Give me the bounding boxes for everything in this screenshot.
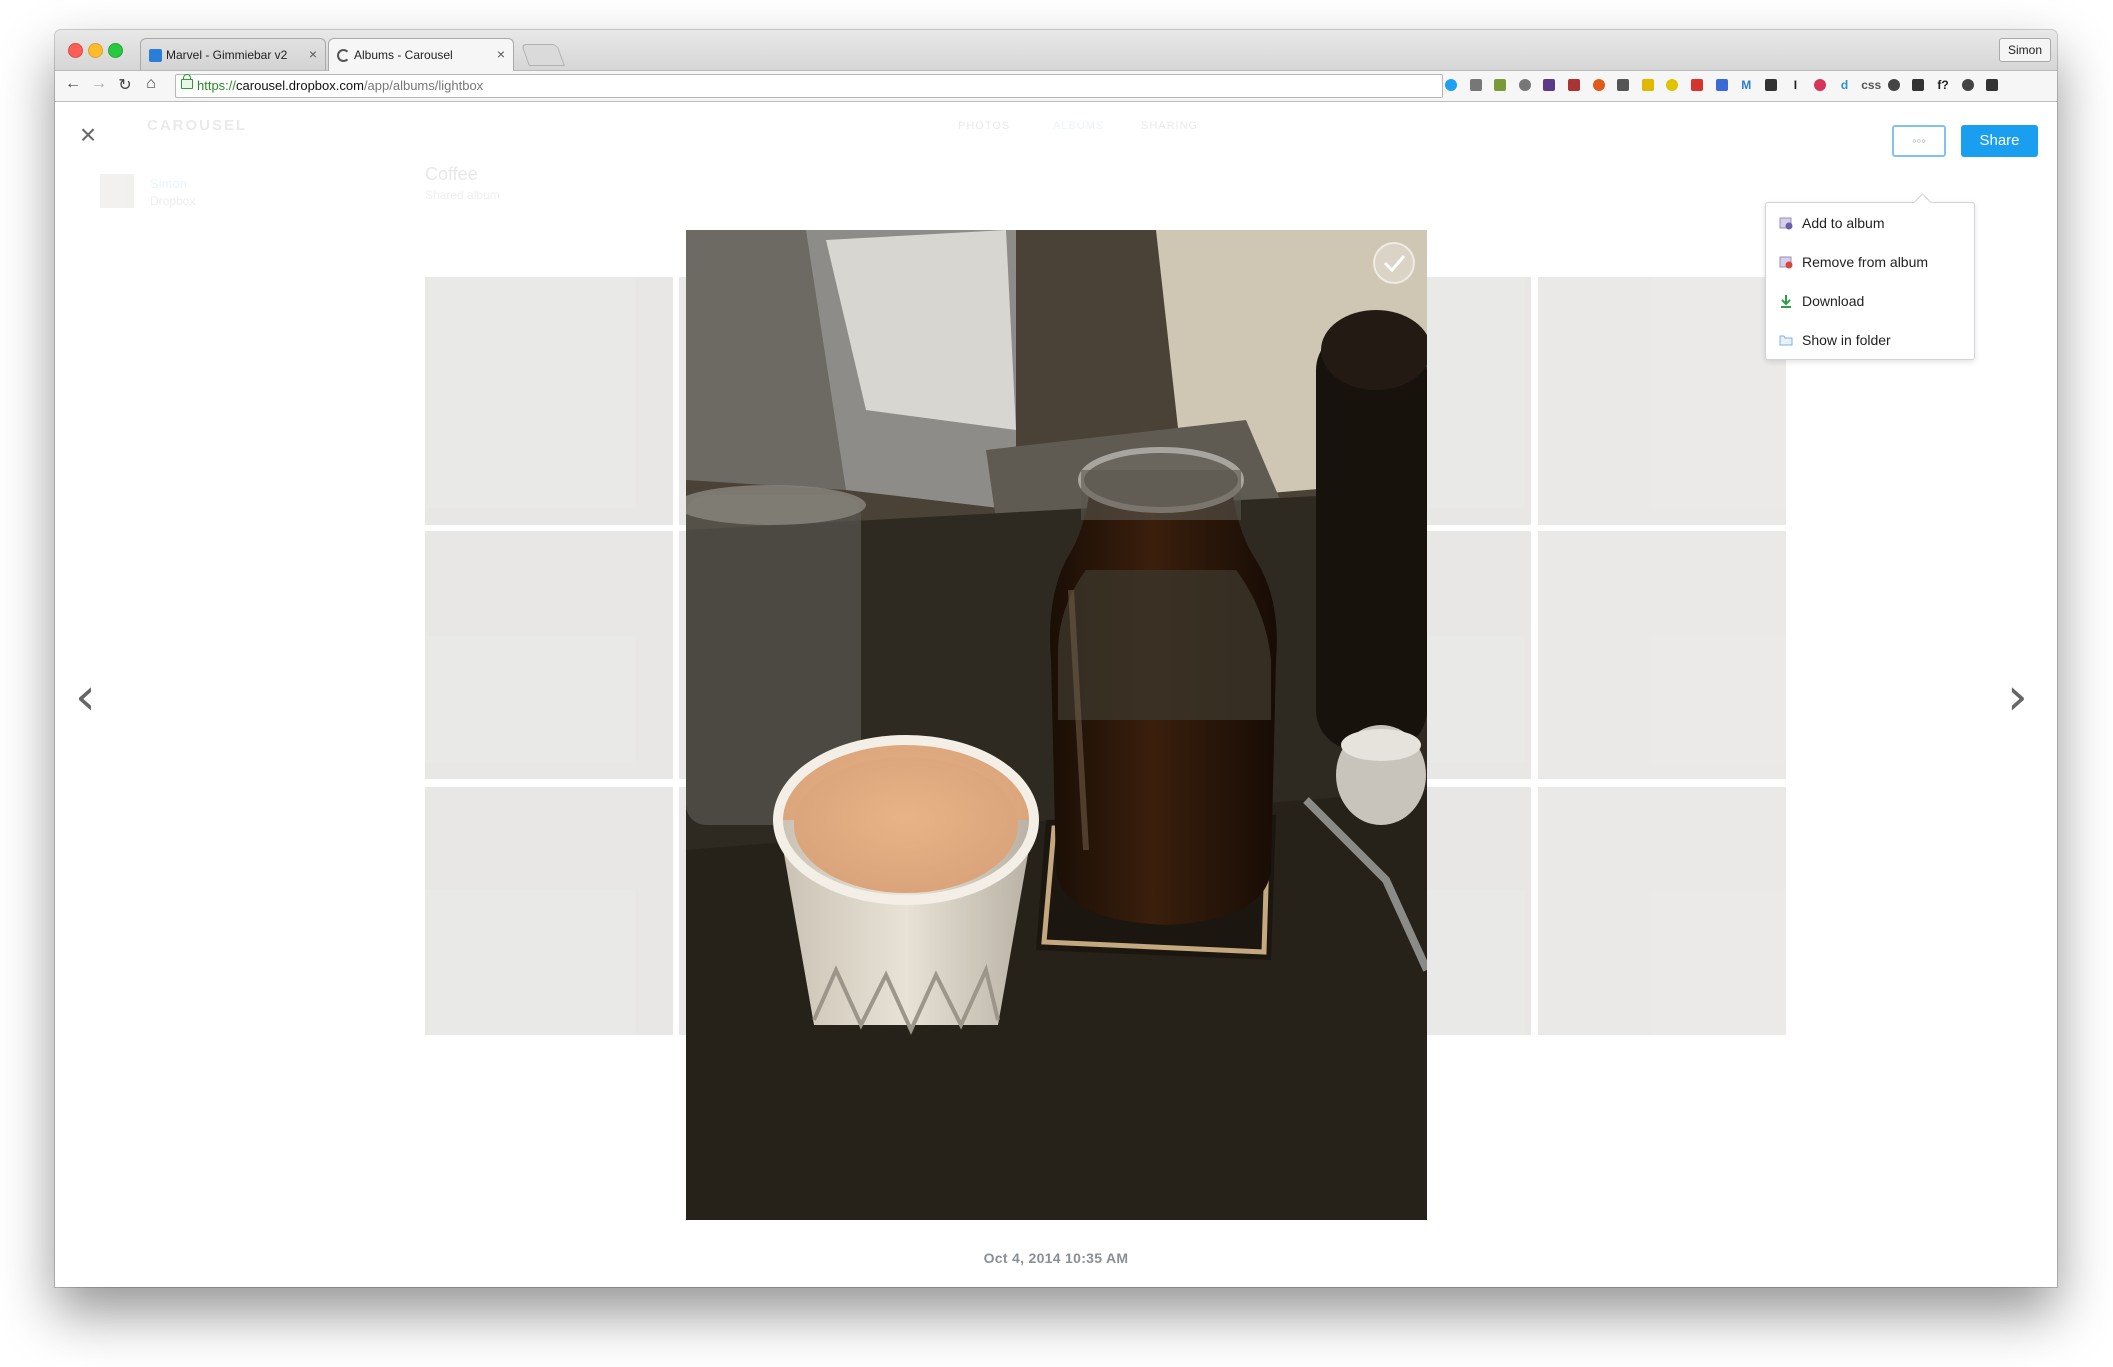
zoom-window-button[interactable] (108, 43, 123, 58)
color-icon[interactable] (1714, 77, 1730, 93)
m-icon[interactable]: M (1738, 77, 1754, 93)
share-button[interactable]: Share (1961, 125, 2038, 157)
nav-sharing: SHARING (1141, 120, 1199, 132)
url-text: https://carousel.dropbox.com/app/albums/… (197, 78, 484, 93)
sidebar-avatar (100, 174, 134, 208)
reload-icon[interactable]: ↻ (115, 75, 135, 95)
folder-icon (1779, 335, 1793, 346)
ext-1[interactable] (1541, 77, 1557, 93)
app-logo: CAROUSEL (147, 117, 248, 134)
tab-strip: Marvel - Gimmiebar v2 × Albums - Carouse… (55, 30, 2057, 71)
album-thumbnail (1538, 787, 1786, 1035)
photo-timestamp: Oct 4, 2014 10:35 AM (983, 1250, 1129, 1266)
menu-item-label: Add to album (1802, 215, 1885, 231)
back-icon[interactable]: ← (63, 75, 83, 93)
profile-button[interactable]: Simon (1998, 38, 2051, 62)
star-icon[interactable] (1517, 77, 1533, 93)
note-icon[interactable] (1640, 77, 1656, 93)
close-lightbox-icon[interactable]: × (73, 120, 103, 150)
previous-photo-icon[interactable]: ‹ (75, 667, 96, 727)
add-album-icon (1779, 217, 1793, 230)
menu-item-download[interactable]: Download (1766, 282, 1974, 321)
nav-photos: PHOTOS (958, 120, 1011, 132)
i-icon[interactable]: I (1787, 77, 1803, 93)
address-bar[interactable]: https://carousel.dropbox.com/app/albums/… (175, 74, 1443, 98)
new-tab-button[interactable] (520, 44, 566, 66)
album-sub: Shared album (425, 188, 500, 202)
menu-item-label: Download (1802, 293, 1865, 309)
marvel-favicon-icon (149, 49, 162, 62)
close-window-button[interactable] (68, 43, 83, 58)
album-thumbnail (425, 787, 673, 1035)
menu-item-add-to-album[interactable]: Add to album (1766, 204, 1974, 243)
forward-icon[interactable]: → (89, 75, 109, 93)
tab-close-icon[interactable]: × (497, 46, 505, 62)
browser-toolbar: ← → ↻ ⌂ https://carousel.dropbox.com/app… (55, 71, 2057, 102)
album-thumbnail (425, 277, 673, 525)
menu-icon[interactable] (1984, 77, 2000, 93)
menu-item-remove-from-album[interactable]: Remove from album (1766, 243, 1974, 282)
tab-marvel[interactable]: Marvel - Gimmiebar v2 × (140, 38, 326, 70)
lightbox-photo (686, 230, 1427, 1220)
ext-2[interactable] (1664, 77, 1680, 93)
tab-close-icon[interactable]: × (309, 46, 317, 62)
d-icon[interactable]: d (1837, 77, 1853, 93)
tab-carousel[interactable]: Albums - Carousel × (328, 38, 514, 71)
feed-icon[interactable] (1492, 77, 1508, 93)
home-icon[interactable]: ⌂ (141, 75, 161, 93)
panel-icon[interactable] (1910, 77, 1926, 93)
more-options-button[interactable]: ◦◦◦ (1892, 125, 1946, 157)
more-options-menu: Add to album Remove from album Download … (1765, 202, 1975, 360)
remove-album-icon (1779, 256, 1793, 269)
browser-window: Marvel - Gimmiebar v2 × Albums - Carouse… (55, 30, 2057, 1287)
menu-item-label: Show in folder (1802, 332, 1891, 348)
tab-title: Albums - Carousel (354, 48, 453, 62)
next-photo-icon[interactable]: › (2007, 667, 2028, 727)
code-icon[interactable] (1566, 77, 1582, 93)
nav-albums: ALBUMS (1053, 120, 1105, 132)
reader-icon[interactable] (1468, 77, 1484, 93)
coffee-photo-illustration (686, 230, 1427, 1220)
tab-title: Marvel - Gimmiebar v2 (166, 48, 288, 62)
album-thumbnail (425, 531, 673, 779)
sidebar-name: Simon (150, 176, 187, 191)
menu-item-show-in-folder[interactable]: Show in folder (1766, 321, 1974, 360)
twitter-icon[interactable] (1443, 77, 1459, 93)
fire-icon[interactable] (1591, 77, 1607, 93)
album-thumbnail (1538, 277, 1786, 525)
plus-icon[interactable] (1812, 77, 1828, 93)
bars-icon[interactable] (1763, 77, 1779, 93)
css-icon[interactable]: css (1861, 77, 1881, 93)
mail-icon[interactable] (1615, 77, 1631, 93)
sidebar-sub: Dropbox (150, 194, 196, 208)
download-icon (1781, 295, 1791, 308)
album-title: Coffee (425, 164, 478, 184)
album-thumbnail (1538, 531, 1786, 779)
opera-icon[interactable] (1689, 77, 1705, 93)
menu-item-label: Remove from album (1802, 254, 1929, 270)
ext-3[interactable] (1960, 77, 1976, 93)
lock-icon (181, 74, 193, 89)
carousel-page: CAROUSEL PHOTOS ALBUMS SHARING Simon Dro… (55, 102, 2057, 1287)
minimize-window-button[interactable] (88, 43, 103, 58)
font-icon[interactable]: f? (1935, 77, 1951, 93)
clock-icon[interactable] (1886, 77, 1902, 93)
loading-spinner-icon (337, 49, 350, 62)
